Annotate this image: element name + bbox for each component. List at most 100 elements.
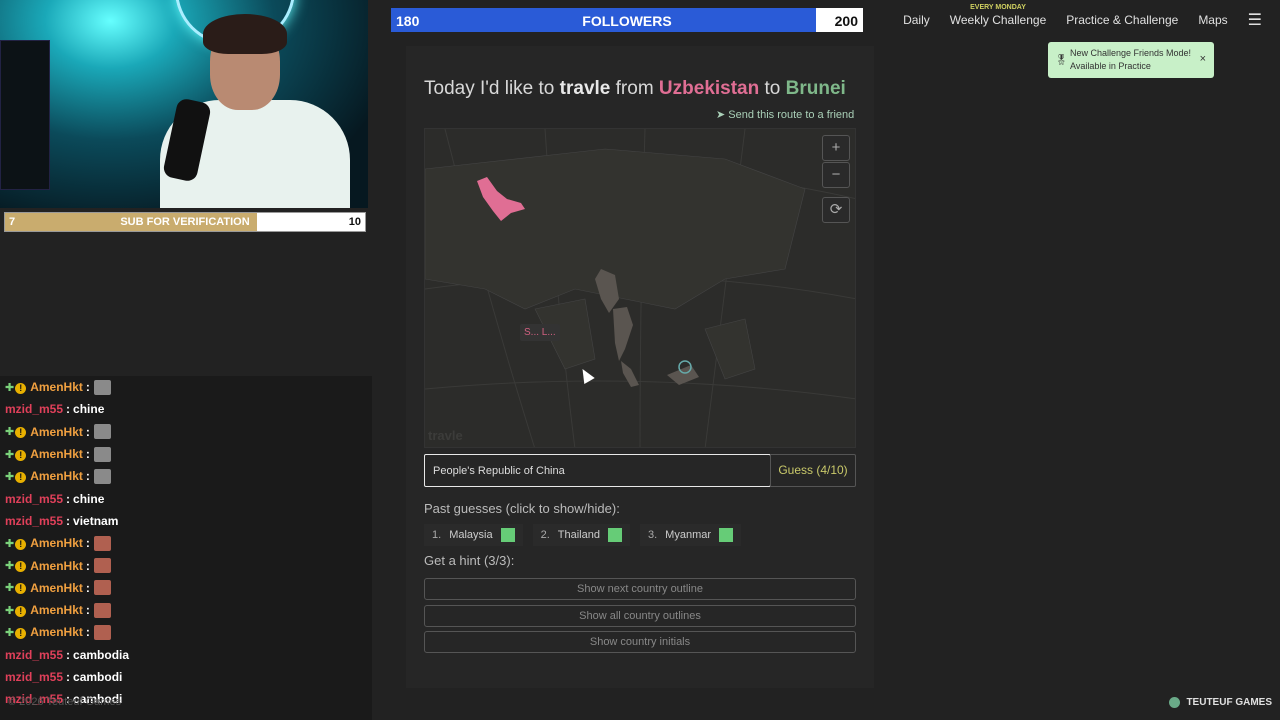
chat-username[interactable]: mzid_m55 <box>5 514 63 528</box>
toast-close-icon[interactable]: × <box>1200 53 1206 66</box>
chat-badges-icon: ✚! <box>5 425 27 439</box>
hamburger-menu-icon[interactable]: ☰ <box>1248 10 1262 30</box>
top-nav: Daily EVERY MONDAY Weekly Challenge Prac… <box>903 0 1262 40</box>
chat-message: ✚! AmenHkt: <box>0 465 372 487</box>
past-guess-number: 3. <box>647 529 658 541</box>
chat-username[interactable]: mzid_m55 <box>5 670 63 684</box>
webcam-pc-tower <box>0 40 50 190</box>
chat-separator: : <box>85 469 90 484</box>
webcam-overlay <box>0 0 368 208</box>
chat-username[interactable]: AmenHkt <box>30 469 83 483</box>
nav-practice-challenge[interactable]: Practice & Challenge <box>1066 13 1178 27</box>
past-guess-name: Malaysia <box>449 529 493 541</box>
chat-username[interactable]: mzid_m55 <box>5 402 63 416</box>
past-guess-number: 2. <box>540 529 550 541</box>
chat-message: mzid_m55: cambodia <box>0 644 372 666</box>
guess-input[interactable] <box>424 454 771 487</box>
chat-username[interactable]: AmenHkt <box>30 536 83 550</box>
hint-initials-button[interactable]: Show country initials <box>424 631 856 653</box>
sub-goal-end: 10 <box>348 216 361 228</box>
map-canvas <box>425 129 855 447</box>
send-route-label: Send this route to a friend <box>728 109 855 121</box>
followers-goal-bar: 180 FOLLOWERS 200 <box>389 6 865 34</box>
footer-brand-label: TEUTEUF GAMES <box>1186 697 1272 708</box>
chat-separator: : <box>85 558 90 573</box>
chat-username[interactable]: AmenHkt <box>30 380 83 394</box>
chat-emote-icon <box>93 424 111 440</box>
guess-status-square-icon <box>607 528 622 542</box>
chat-text: cambodia <box>73 647 130 662</box>
route-map[interactable]: + − ⟳ <box>424 128 856 448</box>
nav-daily[interactable]: Daily <box>903 13 930 27</box>
chat-username[interactable]: mzid_m55 <box>5 648 63 662</box>
chat-separator: : <box>85 380 90 395</box>
guess-status-square-icon <box>500 528 515 542</box>
past-guess-name: Thailand <box>557 529 600 541</box>
map-watermark: travle <box>428 428 463 443</box>
chat-separator: : <box>66 402 71 417</box>
hint-all-outlines-button[interactable]: Show all country outlines <box>424 605 856 627</box>
send-route-link[interactable]: ➤ Send this route to a friend <box>716 108 854 121</box>
chat-message: mzid_m55: cambodi <box>0 666 372 688</box>
chat-badges-icon: ✚! <box>5 604 27 617</box>
chat-separator: : <box>85 625 90 640</box>
from-country: Uzbekistan <box>658 78 760 99</box>
webcam-streamer-hair <box>203 14 287 54</box>
chat-badges-icon: ✚! <box>5 537 27 550</box>
chat-separator: : <box>85 603 90 618</box>
chat-username[interactable]: mzid_m55 <box>5 492 63 506</box>
past-guess-item[interactable]: 2. Thailand <box>532 524 630 546</box>
chat-text: chine <box>73 402 105 417</box>
title-to-word: to <box>764 78 781 99</box>
followers-goal-end: 200 <box>834 13 858 29</box>
chat-emote-icon <box>93 624 111 640</box>
zoom-out-button[interactable]: − <box>822 162 850 188</box>
nav-weekly-tag: EVERY MONDAY <box>970 4 1026 11</box>
chat-badges-icon: ✚! <box>5 448 27 461</box>
to-country: Brunei <box>785 78 846 99</box>
chat-username[interactable]: AmenHkt <box>30 625 83 639</box>
chat-username[interactable]: AmenHkt <box>30 559 83 573</box>
chat-message: ✚! AmenHkt: <box>0 621 372 643</box>
chat-separator: : <box>66 670 71 684</box>
toast-line-1: New Challenge Friends Mode! <box>1070 48 1192 58</box>
chat-username[interactable]: AmenHkt <box>30 447 83 461</box>
stream-chat: ✚! AmenHkt: mzid_m55: chine ✚! AmenHkt: ✚! Amen… <box>0 376 372 720</box>
chat-text: cambodi <box>73 670 123 684</box>
chat-badges-icon: ✚! <box>5 470 27 483</box>
chat-message: mzid_m55: vietnam <box>0 510 372 532</box>
chat-username[interactable]: AmenHkt <box>30 603 83 617</box>
chat-username[interactable]: AmenHkt <box>30 581 83 595</box>
past-guess-item[interactable]: 3. Myanmar <box>639 524 742 546</box>
sub-goal-bar: 7 SUB FOR VERIFICATION 10 <box>4 212 366 232</box>
chat-message: mzid_m55: chine <box>0 398 372 420</box>
chat-emote-icon <box>93 558 111 574</box>
nav-weekly-challenge[interactable]: EVERY MONDAY Weekly Challenge <box>949 4 1047 27</box>
chat-text: vietnam <box>73 513 119 528</box>
chat-badges-icon: ✚! <box>5 559 27 573</box>
chat-separator: : <box>66 491 71 506</box>
past-guess-number: 1. <box>432 529 442 541</box>
followers-goal-label: FOLLOWERS <box>582 13 672 29</box>
chat-message: mzid_m55: chine <box>0 487 372 509</box>
thailand-shape <box>613 307 633 361</box>
chat-message: ✚! AmenHkt: <box>0 421 372 443</box>
copyright-text: © 2026 Teuteuf Games <box>8 696 122 708</box>
reset-map-button[interactable]: ⟳ <box>822 197 850 223</box>
past-guess-item[interactable]: 1. Malaysia <box>424 524 523 546</box>
chat-emote-icon <box>93 535 111 551</box>
chat-username[interactable]: AmenHkt <box>30 425 83 439</box>
chat-separator: : <box>66 513 71 528</box>
guess-button[interactable]: Guess (4/10) <box>770 454 856 487</box>
chat-separator: : <box>85 580 90 595</box>
hint-next-outline-button[interactable]: Show next country outline <box>424 578 856 600</box>
zoom-in-button[interactable]: + <box>822 135 850 161</box>
route-title: Today I'd like to travle from Uzbekistan… <box>424 78 864 100</box>
chat-lines: ✚! AmenHkt: mzid_m55: chine ✚! AmenHkt: ✚! Amen… <box>0 376 372 710</box>
footer-brand[interactable]: TEUTEUF GAMES <box>1169 697 1272 708</box>
hint-label: Get a hint (3/3): <box>424 553 515 568</box>
nav-weekly-label: Weekly Challenge <box>949 13 1047 27</box>
chat-badges-icon: ✚! <box>5 381 27 394</box>
nav-maps[interactable]: Maps <box>1198 13 1227 27</box>
chat-separator: : <box>85 447 90 462</box>
